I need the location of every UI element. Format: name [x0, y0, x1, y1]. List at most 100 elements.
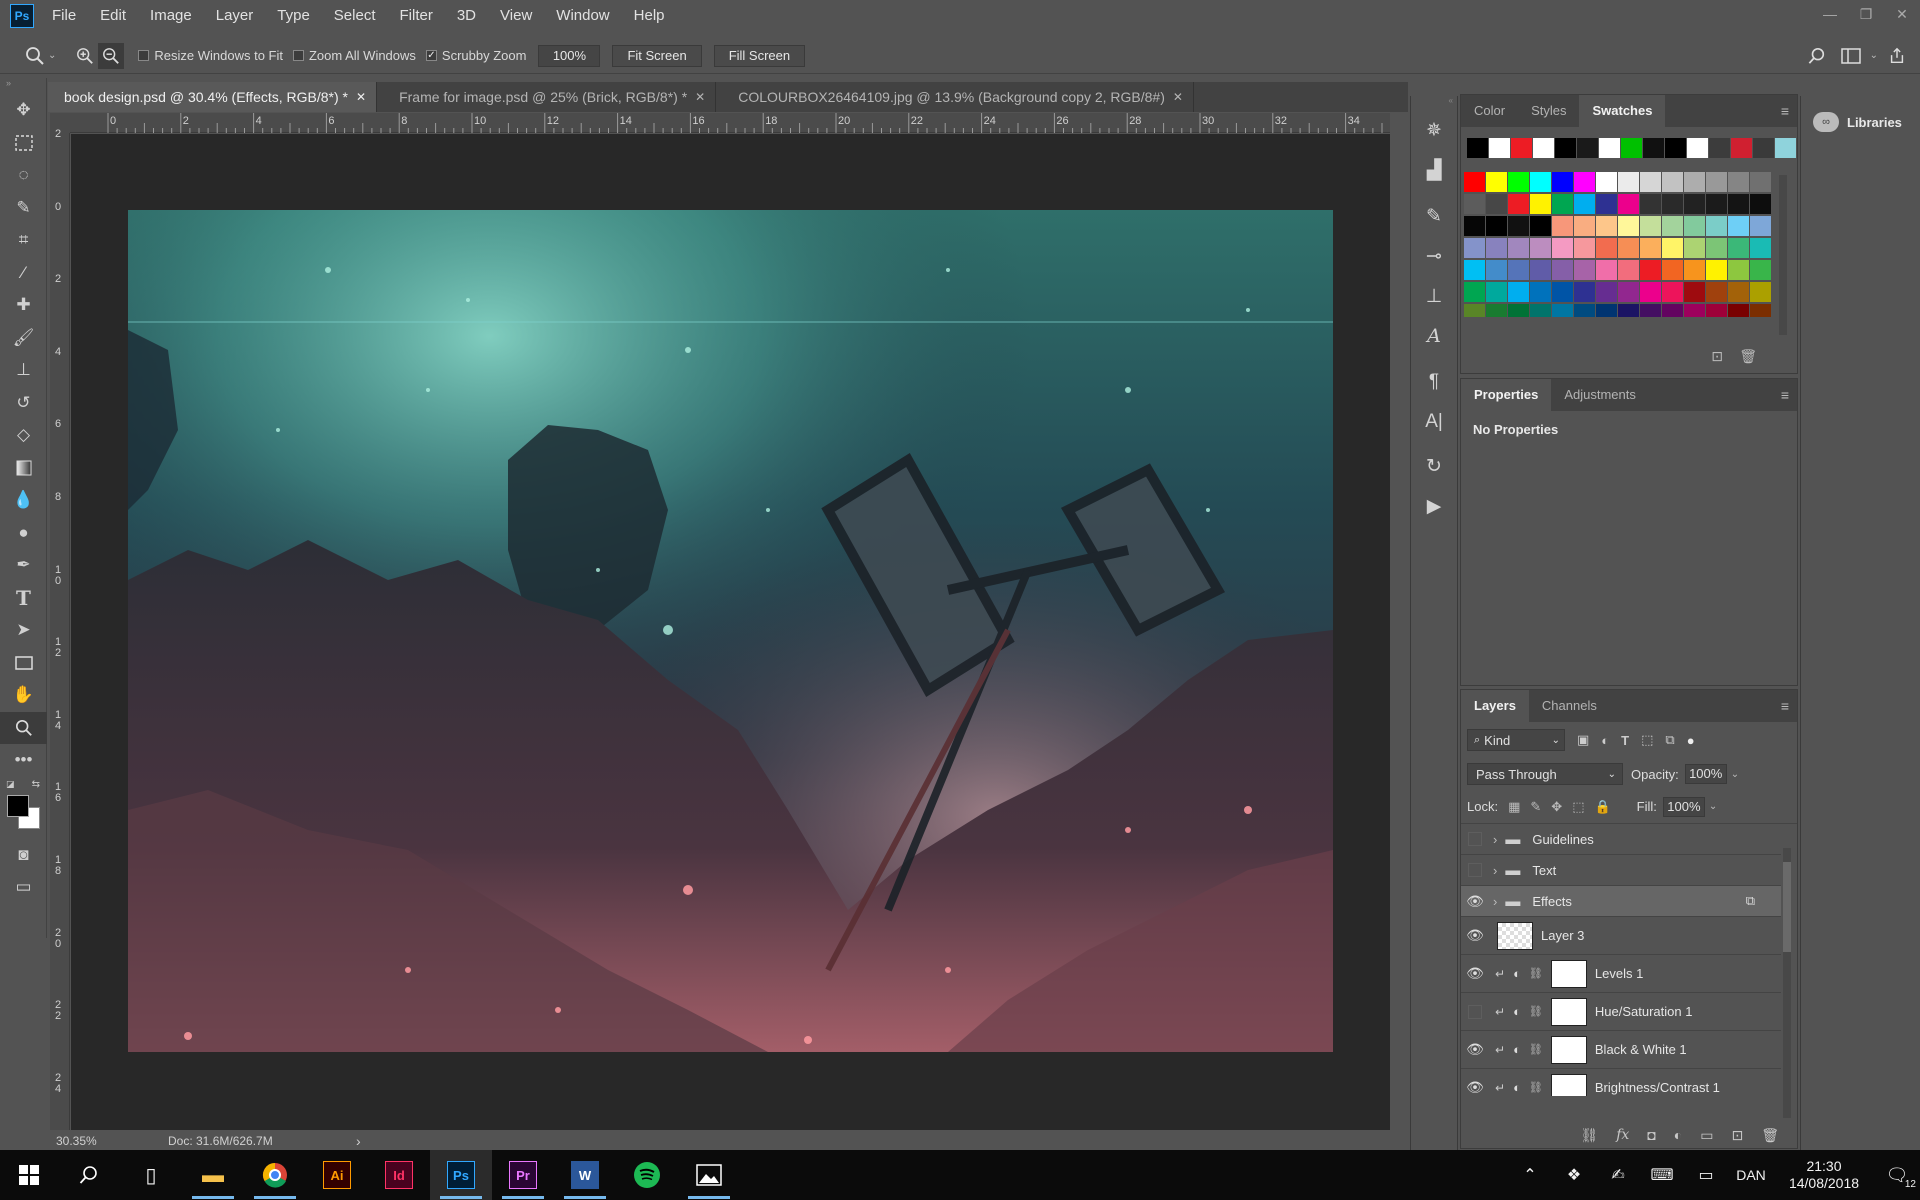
color-swatch[interactable] — [1508, 194, 1529, 214]
color-swatch[interactable] — [1596, 194, 1617, 214]
color-swatch[interactable] — [1728, 260, 1749, 280]
blur-tool-icon[interactable]: 💧 — [0, 484, 47, 517]
healing-brush-tool-icon[interactable]: ✚ — [0, 289, 47, 322]
close-icon[interactable]: ✕ — [356, 90, 366, 104]
color-swatch[interactable] — [1662, 238, 1683, 258]
pen-icon[interactable]: ✍ — [1596, 1165, 1640, 1185]
color-swatch[interactable] — [1530, 238, 1551, 258]
layer-row[interactable]: 👁 ↵ ◐ ⛓ Levels 1 — [1461, 955, 1781, 993]
menu-help[interactable]: Help — [622, 0, 677, 32]
menu-filter[interactable]: Filter — [388, 0, 445, 32]
tab-styles[interactable]: Styles — [1518, 95, 1579, 127]
swatches-scrollbar[interactable] — [1779, 175, 1787, 335]
tab-channels[interactable]: Channels — [1529, 690, 1610, 722]
filter-toggle-icon[interactable]: ● — [1687, 733, 1695, 748]
quick-selection-tool-icon[interactable]: ✎ — [0, 192, 47, 225]
zoom-tool-icon[interactable] — [0, 711, 47, 744]
zoom-percent-field[interactable]: 100% — [538, 44, 601, 67]
delete-layer-icon[interactable]: 🗑 — [1761, 1127, 1779, 1144]
color-swatch[interactable] — [1640, 194, 1661, 214]
panel-menu-icon[interactable]: ≡ — [1781, 103, 1789, 119]
color-swatch[interactable] — [1728, 238, 1749, 258]
close-icon[interactable]: ✕ — [695, 90, 705, 104]
mask-link-icon[interactable]: ⛓ — [1529, 1005, 1543, 1018]
new-adjustment-icon[interactable]: ◐ — [1674, 1127, 1682, 1143]
color-swatch[interactable] — [1750, 282, 1771, 302]
hand-tool-icon[interactable]: ✋ — [0, 679, 47, 712]
layer-mask-thumbnail[interactable] — [1550, 997, 1587, 1026]
tab-color[interactable]: Color — [1461, 95, 1518, 127]
search-icon[interactable] — [1804, 43, 1830, 69]
color-swatch[interactable] — [1508, 238, 1529, 258]
color-swatch[interactable] — [1684, 304, 1705, 317]
lock-all-icon[interactable]: 🔒 — [1594, 799, 1610, 815]
chevron-down-icon[interactable]: ⌄ — [1709, 801, 1717, 812]
fill-field[interactable]: 100% — [1662, 796, 1705, 817]
kind-filter-dropdown[interactable]: ⌕ Kind ⌄ — [1467, 729, 1565, 751]
color-swatch[interactable] — [1665, 138, 1686, 158]
tab-properties[interactable]: Properties — [1461, 379, 1552, 411]
premiere-icon[interactable]: Pr — [492, 1150, 554, 1200]
histogram-icon[interactable]: ▟ — [1411, 150, 1457, 190]
color-swatch[interactable] — [1728, 282, 1749, 302]
quick-mask-icon[interactable]: ◙ — [0, 839, 47, 872]
tab-frame-for-image[interactable]: Frame for image.psd @ 25% (Brick, RGB/8*… — [377, 82, 717, 112]
adjustment-filter-icon[interactable]: ◐ — [1601, 733, 1609, 748]
eye-hidden-icon[interactable] — [1468, 863, 1482, 877]
layer-row[interactable]: 👁 ↵ ◐ ⛓ Brightness/Contrast 1 — [1461, 1069, 1781, 1096]
color-swatch[interactable] — [1467, 138, 1488, 158]
layer-row[interactable]: › ▬ Guidelines — [1461, 824, 1781, 855]
color-swatch[interactable] — [1750, 194, 1771, 214]
color-swatch[interactable] — [1684, 282, 1705, 302]
color-swatch[interactable] — [1662, 194, 1683, 214]
color-swatch[interactable] — [1552, 304, 1573, 317]
eye-visible-icon[interactable]: 👁 — [1461, 893, 1489, 910]
color-swatch[interactable] — [1530, 282, 1551, 302]
link-layers-icon[interactable]: ⛓ — [1580, 1127, 1598, 1144]
color-swatch[interactable] — [1640, 282, 1661, 302]
vertical-ruler[interactable]: 2 0 2 4 6 8 1 0 1 2 1 4 1 6 1 8 2 0 2 2 2 4 — [50, 129, 70, 1133]
color-swatch[interactable] — [1621, 138, 1642, 158]
layer-mask-thumbnail[interactable] — [1550, 1073, 1587, 1096]
search-icon[interactable] — [58, 1150, 120, 1200]
color-swatch[interactable] — [1486, 304, 1507, 317]
brushes-icon[interactable]: ⊸ — [1411, 236, 1457, 276]
color-swatch[interactable] — [1508, 260, 1529, 280]
chevron-right-icon[interactable]: › — [1493, 863, 1497, 878]
menu-view[interactable]: View — [488, 0, 544, 32]
keyboard-icon[interactable]: ⌨ — [1640, 1165, 1684, 1185]
character-styles-icon[interactable]: A| — [1411, 402, 1457, 442]
menu-layer[interactable]: Layer — [204, 0, 266, 32]
language-indicator[interactable]: DAN — [1728, 1167, 1774, 1183]
color-swatch[interactable] — [1618, 172, 1639, 192]
color-swatch[interactable] — [1486, 238, 1507, 258]
libraries-button[interactable]: ∞ Libraries — [1801, 96, 1920, 132]
tab-layers[interactable]: Layers — [1461, 690, 1529, 722]
swap-colors-icon[interactable]: ⇆ — [32, 779, 40, 790]
dropbox-icon[interactable]: ❖ — [1552, 1165, 1596, 1185]
color-swatch[interactable] — [1684, 238, 1705, 258]
eye-visible-icon[interactable]: 👁 — [1461, 1079, 1489, 1096]
color-swatch[interactable] — [1662, 260, 1683, 280]
eye-visible-icon[interactable]: 👁 — [1461, 1041, 1489, 1058]
color-swatch[interactable] — [1555, 138, 1576, 158]
color-swatch[interactable] — [1552, 238, 1573, 258]
color-swatch[interactable] — [1684, 172, 1705, 192]
eye-hidden-icon[interactable] — [1468, 1004, 1482, 1019]
color-swatch[interactable] — [1596, 260, 1617, 280]
actions-icon[interactable]: ▶ — [1411, 486, 1457, 526]
chevron-down-icon[interactable]: ⌄ — [1731, 769, 1739, 780]
resize-windows-checkbox[interactable]: Resize Windows to Fit — [138, 48, 283, 63]
color-swatch[interactable] — [1552, 172, 1573, 192]
task-view-icon[interactable]: ▯ — [120, 1150, 182, 1200]
color-swatch[interactable] — [1486, 216, 1507, 236]
layers-scrollbar[interactable] — [1783, 848, 1791, 1118]
display-icon[interactable]: ▭ — [1684, 1165, 1728, 1185]
clock[interactable]: 21:30 14/08/2018 — [1774, 1158, 1874, 1192]
color-swatch[interactable] — [1508, 216, 1529, 236]
color-swatch[interactable] — [1775, 138, 1796, 158]
character-icon[interactable]: A — [1411, 316, 1457, 356]
color-swatch[interactable] — [1706, 216, 1727, 236]
history-brush-tool-icon[interactable]: ↺ — [0, 387, 47, 420]
dodge-tool-icon[interactable]: ● — [0, 517, 47, 550]
